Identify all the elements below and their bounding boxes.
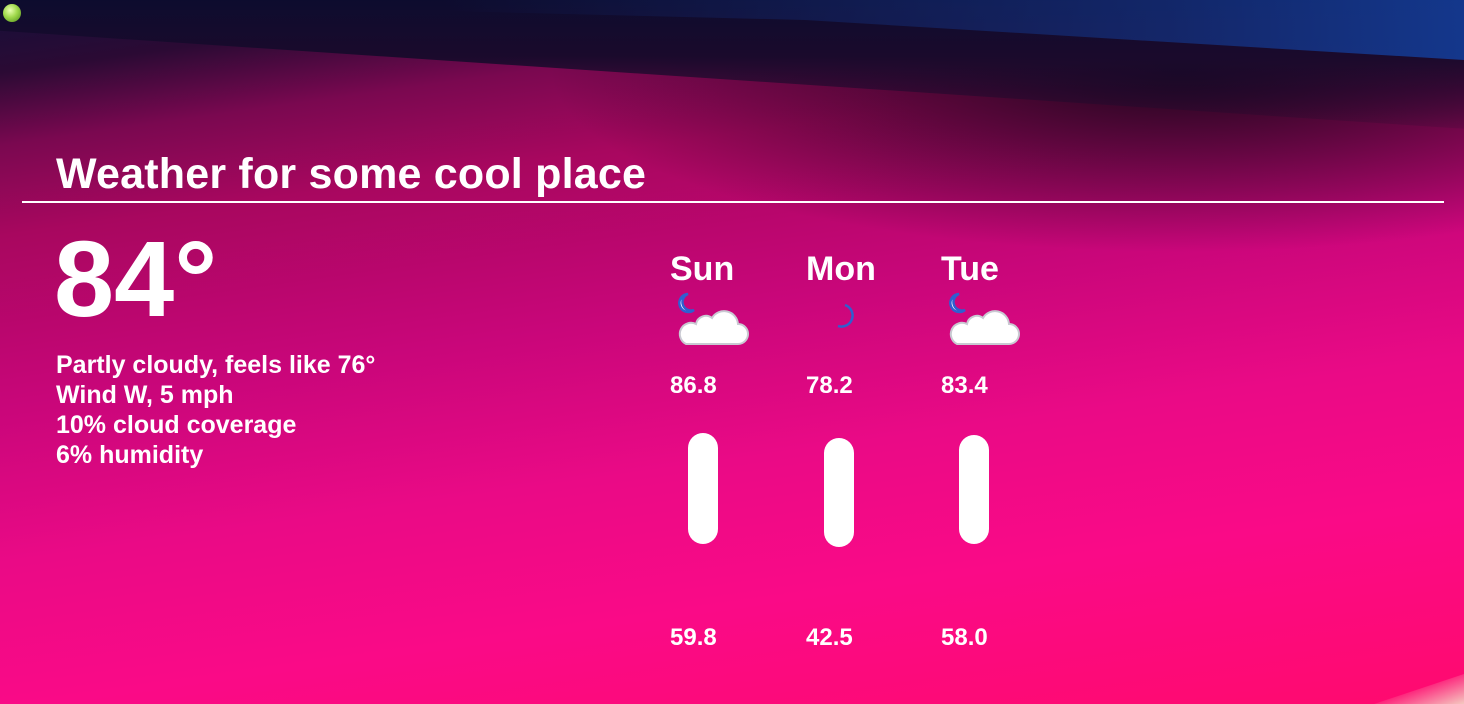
day-high: 78.2	[806, 372, 853, 399]
temperature-range-bar	[959, 435, 989, 544]
current-temperature: 84°	[54, 218, 218, 339]
temperature-range-bar	[824, 438, 854, 547]
current-details: Partly cloudy, feels like 76° Wind W, 5 …	[56, 350, 375, 470]
title-divider	[22, 201, 1444, 203]
temperature-range-bar	[688, 433, 718, 545]
day-low: 59.8	[670, 624, 717, 651]
moon-icon	[837, 303, 854, 328]
day-low: 58.0	[941, 624, 988, 651]
day-low: 42.5	[806, 624, 853, 651]
cloud-coverage-text: 10% cloud coverage	[56, 411, 297, 439]
moon-cloud-icon	[949, 292, 1020, 345]
temperature-range	[941, 408, 1001, 628]
background-corner	[1374, 674, 1464, 704]
day-high: 86.8	[670, 372, 717, 399]
humidity-text: 6% humidity	[56, 441, 204, 469]
day-name: Tue	[941, 250, 999, 288]
temperature-range	[806, 408, 866, 628]
wind-text: Wind W, 5 mph	[56, 381, 234, 409]
page-title: Weather for some cool place	[56, 150, 647, 198]
day-high: 83.4	[941, 372, 988, 399]
temperature-range	[670, 408, 730, 628]
conditions-text: Partly cloudy, feels like 76°	[56, 351, 376, 379]
day-name: Mon	[806, 250, 876, 288]
day-name: Sun	[670, 250, 735, 288]
status-indicator[interactable]	[3, 4, 21, 22]
moon-cloud-icon	[678, 292, 749, 345]
